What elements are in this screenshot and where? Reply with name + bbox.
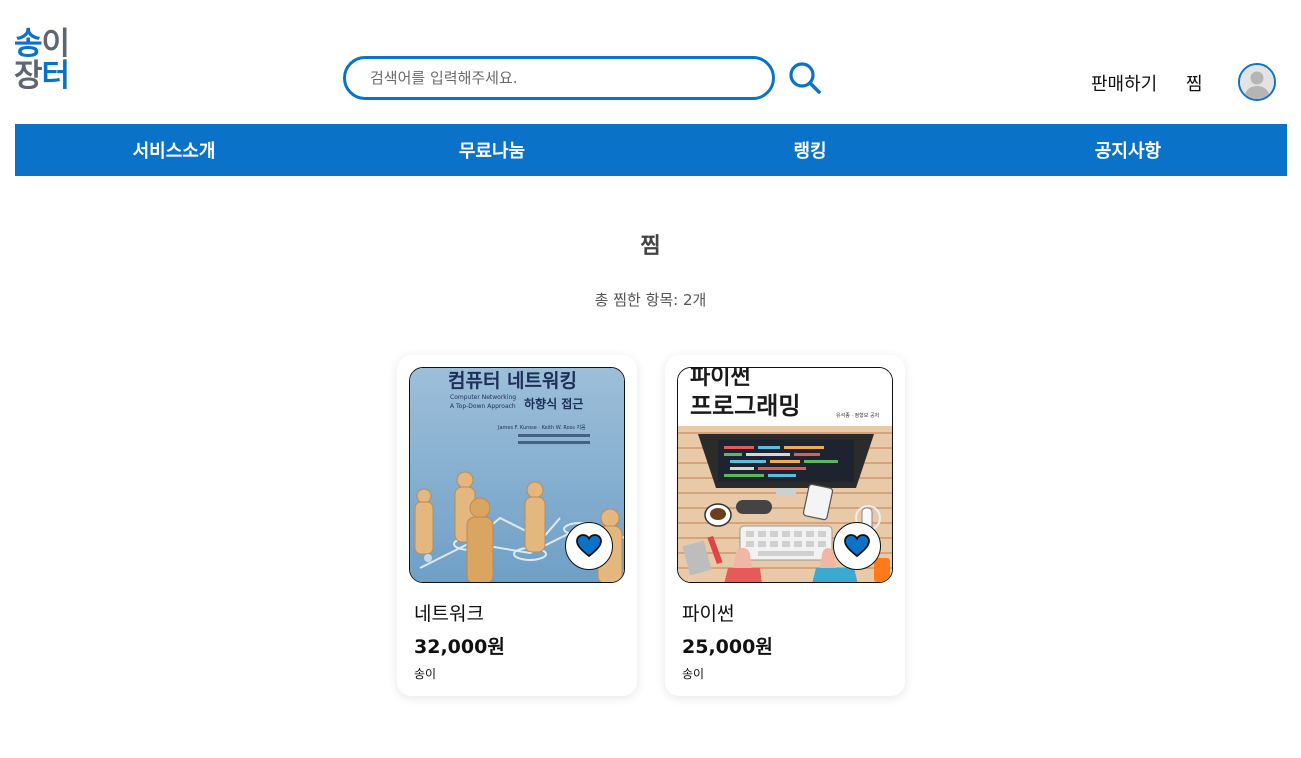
cover-title: 파이썬 — [690, 368, 751, 390]
cover-subtitle: A Top-Down Approach — [450, 403, 516, 410]
total-count-text: 총 찜한 항목: 2개 — [0, 289, 1301, 310]
product-image-python-book: 파이썬 프로그래밍 유석종 · 정형모 공저 — [677, 367, 893, 583]
product-title: 파이썬 — [682, 603, 735, 625]
cover-authors: 유석종 · 정형모 공저 — [836, 412, 879, 419]
sell-link[interactable]: 판매하기 — [1091, 70, 1157, 96]
product-seller: 송이 — [682, 667, 705, 681]
cover-authors: James F. Kurose · Keith W. Ross 지음 — [497, 424, 586, 431]
search-box — [343, 56, 775, 100]
user-avatar-icon[interactable] — [1238, 63, 1276, 101]
product-price: 25,000원 — [682, 636, 773, 658]
person-icon — [1240, 65, 1274, 99]
total-label: 총 찜한 항목: — [594, 291, 683, 309]
product-seller: 송이 — [414, 667, 437, 681]
product-card[interactable]: 컴퓨터 네트워킹 Computer Networking A Top-Down … — [397, 355, 637, 696]
heart-icon — [844, 534, 870, 558]
wishlist-toggle-button[interactable] — [833, 522, 881, 570]
cover-subtitle: 하향식 접근 — [524, 396, 583, 411]
product-title: 네트워크 — [414, 603, 484, 625]
cover-title: 프로그래밍 — [690, 392, 800, 420]
logo-char: 장 — [14, 58, 43, 94]
wishlist-link[interactable]: 찜 — [1186, 70, 1203, 96]
product-price: 32,000원 — [414, 636, 505, 658]
site-logo[interactable]: 송이 장터 — [14, 28, 78, 92]
search-icon — [789, 62, 821, 94]
main-nav: 서비스소개 무료나눔 랭킹 공지사항 — [15, 124, 1287, 176]
nav-item-ranking[interactable]: 랭킹 — [651, 124, 969, 176]
nav-item-service-intro[interactable]: 서비스소개 — [15, 124, 333, 176]
heart-icon — [576, 534, 602, 558]
product-card[interactable]: 파이썬 프로그래밍 유석종 · 정형모 공저 파이썬 25,000원 송이 — [665, 355, 905, 696]
logo-char: 이 — [41, 26, 71, 62]
product-image-networking-book: 컴퓨터 네트워킹 Computer Networking A Top-Down … — [409, 367, 625, 583]
nav-item-notice[interactable]: 공지사항 — [969, 124, 1287, 176]
nav-item-free-share[interactable]: 무료나눔 — [333, 124, 651, 176]
wishlist-toggle-button[interactable] — [565, 522, 613, 570]
search-button[interactable] — [786, 59, 824, 97]
logo-char: 터 — [41, 58, 71, 94]
total-count: 2개 — [683, 291, 707, 309]
logo-char: 송 — [14, 26, 43, 62]
search-input[interactable] — [370, 66, 750, 90]
page-title: 찜 — [640, 234, 661, 259]
cover-subtitle: Computer Networking — [450, 394, 516, 401]
cover-title: 컴퓨터 네트워킹 — [448, 370, 577, 392]
site-header: 송이 장터 판매하기 찜 — [0, 0, 1301, 124]
